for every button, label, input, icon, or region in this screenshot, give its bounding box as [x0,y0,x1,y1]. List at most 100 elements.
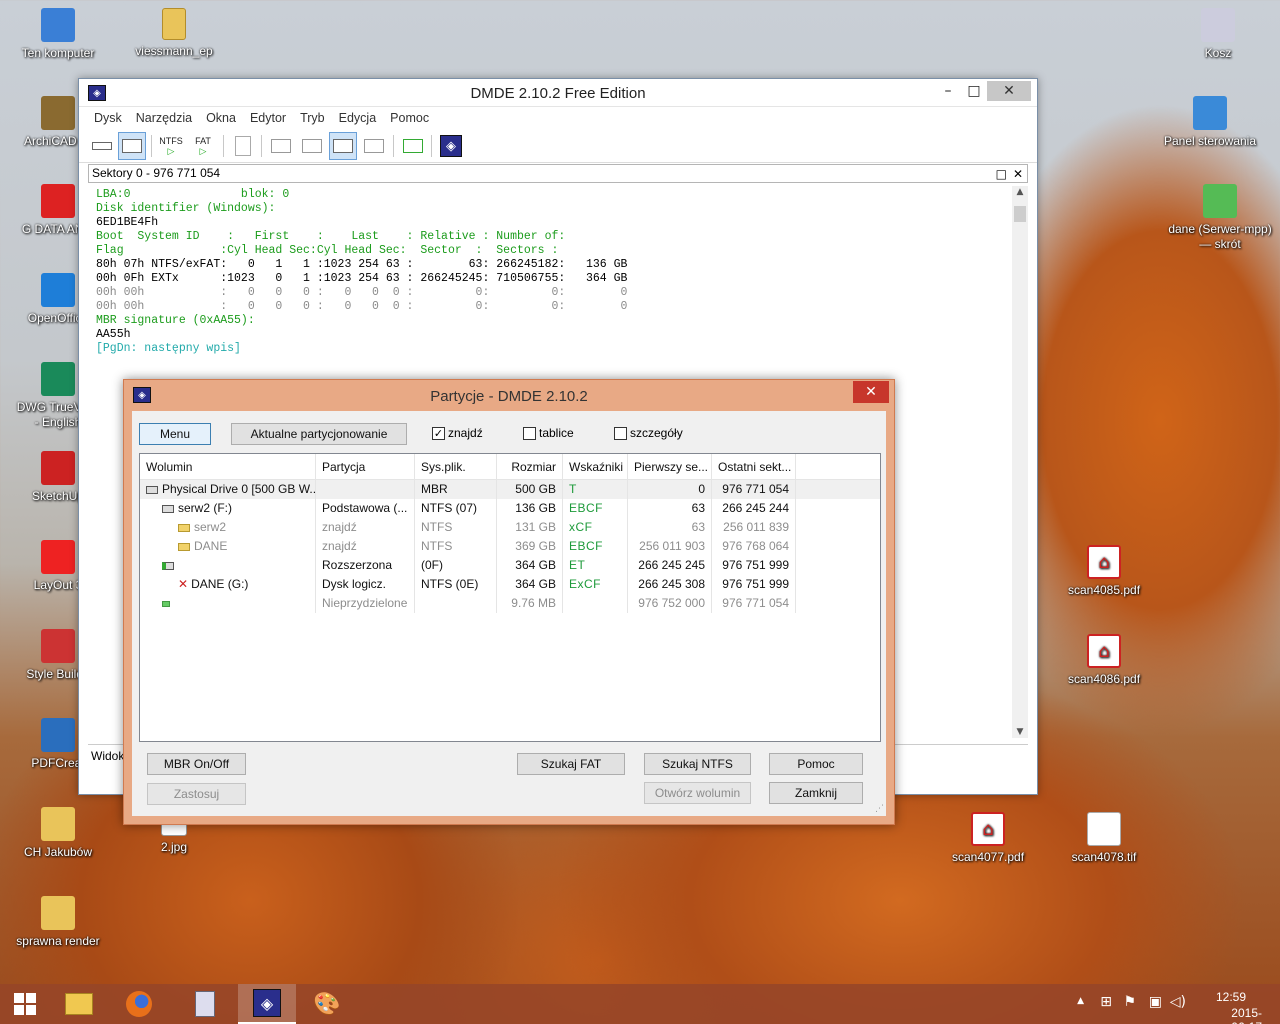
desktop-icon-right[interactable]: Panel sterowania [1162,96,1258,149]
network-share-icon [1203,184,1237,218]
column-header[interactable]: Wolumin [140,454,316,480]
table-row[interactable]: serw2 (F:) Podstawowa (... NTFS (07) 136 GB… [140,499,880,518]
menu-item[interactable]: Pomoc [383,111,436,125]
table-row[interactable]: Nieprzydzielone 9.76 MB 976 752 000 976 771… [140,594,880,613]
desktop-icon-left[interactable]: Ten komputer [10,8,106,61]
taskbar-explorer[interactable] [50,984,108,1024]
view-hex-button[interactable] [298,132,326,160]
desktop-icon-right[interactable]: dane (Serwer-mpp) — skrót [1162,184,1278,252]
checkbox-checked-icon: ✓ [432,426,445,440]
menu-item[interactable]: Edytor [243,111,293,125]
cell-fs: NTFS [415,537,497,556]
maximize-button[interactable]: □ [961,81,987,101]
cell-flags: EBCF [563,537,628,556]
scroll-down-icon[interactable]: ▼ [1012,727,1028,737]
column-header[interactable]: Rozmiar [497,454,563,480]
close-dialog-button[interactable]: Zamknij [769,782,863,804]
search-ntfs-button[interactable]: Szukaj NTFS [644,753,751,775]
cell-last: 256 011 839 [712,518,796,537]
help-button[interactable]: Pomoc [769,753,863,775]
column-header[interactable]: Ostatni sekt... [712,454,796,480]
fat-button[interactable]: FAT ▷ [189,132,217,160]
column-header[interactable]: Wskaźniki [563,454,628,480]
open-volume-button[interactable]: Otwórz wolumin [644,782,751,804]
desktop-icon-right[interactable]: ⌂ scan4086.pdf [1056,634,1152,687]
details-checkbox[interactable]: szczegóły [614,426,683,440]
volume-cell: ✕ DANE (G:) [140,575,316,594]
flag-icon[interactable]: ⚑ [1123,994,1136,1010]
find-checkbox[interactable]: ✓ znajdź [432,426,483,440]
table-row[interactable]: serw2 znajdź NTFS 131 GB xCF 63 256 011 839 [140,518,880,537]
tray-expand-icon[interactable]: ▲ [1077,996,1084,1006]
cell-size: 136 GB [497,499,563,518]
about-button[interactable]: ◈ [437,132,465,160]
start-button[interactable] [0,984,50,1024]
column-header[interactable]: Sys.plik. [415,454,497,480]
dialog-close-button[interactable]: ✕ [853,381,889,403]
desktop-icon-right[interactable]: scan4078.tif [1056,812,1152,865]
table-row[interactable]: Rozszerzona (0F) 364 GB ET 266 245 245 976 75… [140,556,880,575]
apply-button[interactable]: Zastosuj [147,783,246,805]
volume-name: serw2 [194,520,227,534]
sector-line: MBR signature (0xAA55): [96,314,255,327]
mbr-toggle-button[interactable]: MBR On/Off [147,753,246,775]
menu-button[interactable]: Menu [139,423,211,445]
action-center-icon[interactable]: ⊞ [1100,994,1112,1010]
volume-icon[interactable]: ◁) [1170,994,1186,1010]
desktop-icon-viessmann[interactable]: viessmann_ep [126,8,222,59]
dialog-title: Partycje - DMDE 2.10.2 [430,388,588,405]
menu-item[interactable]: Narzędzia [129,111,199,125]
taskbar-dmde[interactable]: ◈ [238,984,296,1024]
sector-line: Disk identifier (Windows): [96,202,276,215]
desktop-icon-right[interactable]: Kosz [1170,8,1266,61]
disk-button[interactable] [88,132,116,160]
menu-item[interactable]: Edycja [332,111,384,125]
scroll-thumb[interactable] [1014,206,1026,222]
clock-date[interactable]: 2015-06-17 [1231,1006,1262,1024]
copy-sectors-button[interactable] [399,132,427,160]
scroll-up-icon[interactable]: ▲ [1012,187,1028,197]
cell-last: 976 751 999 [712,575,796,594]
cell-fs: (0F) [415,556,497,575]
column-header[interactable]: Pierwszy se... [628,454,712,480]
search-fat-button[interactable]: Szukaj FAT [517,753,625,775]
menu-item[interactable]: Okna [199,111,243,125]
taskbar-calculator[interactable] [176,984,234,1024]
menu-item[interactable]: Tryb [293,111,332,125]
volume-name: Physical Drive 0 [500 GB W... [162,482,316,496]
table-row[interactable]: DANE znajdź NTFS 369 GB EBCF 256 011 903 976 7… [140,537,880,556]
cell-part: Podstawowa (... [316,499,415,518]
new-file-button[interactable] [229,132,257,160]
panel-maximize-icon[interactable]: □ [996,166,1007,183]
table-row[interactable]: ✕ DANE (G:) Dysk logicz. NTFS (0E) 364 GB ExC… [140,575,880,594]
partitions-table[interactable]: Wolumin Partycja Sys.plik. Rozmiar Wskaźniki… [139,453,881,742]
desktop-icon-left[interactable]: CH Jakubów [10,807,106,860]
close-button[interactable]: ✕ [987,81,1031,101]
desktop-icon-left[interactable]: sprawna render [10,896,106,949]
sector-scrollbar[interactable]: ▲ ▼ [1012,186,1028,738]
partitions-button[interactable] [118,132,146,160]
desktop-icon-right[interactable]: ⌂ scan4077.pdf [940,812,1036,865]
sector-line: 80h 07h NTFS/exFAT: 0 1 1 :1023 254 63 :… [96,258,628,271]
minimize-button[interactable]: – [935,81,961,101]
taskbar-paint[interactable]: 🎨 [298,984,356,1024]
network-icon[interactable]: ▣ [1149,994,1162,1010]
taskbar-firefox[interactable] [110,984,168,1024]
clock-time[interactable]: 12:59 [1216,990,1246,1004]
resize-grip-icon[interactable]: ⋰ [875,804,884,814]
column-header[interactable]: Partycja [316,454,415,480]
toolbar-separator [261,135,262,157]
view-search-button[interactable] [360,132,388,160]
tables-checkbox[interactable]: tablice [523,426,574,440]
table-row[interactable]: Physical Drive 0 [500 GB W... MBR 500 GB T 0… [140,480,880,499]
current-partitioning-button[interactable]: Aktualne partycjonowanie [231,423,407,445]
volume-folder-icon [178,523,190,532]
volume-cell [140,556,316,575]
toolbar-separator [151,135,152,157]
menu-item[interactable]: Dysk [87,111,129,125]
panel-close-icon[interactable]: ✕ [1013,166,1023,183]
view-text-button[interactable] [267,132,295,160]
desktop-icon-right[interactable]: ⌂ scan4085.pdf [1056,545,1152,598]
view-table-button[interactable] [329,132,357,160]
ntfs-button[interactable]: NTFS ▷ [157,132,185,160]
